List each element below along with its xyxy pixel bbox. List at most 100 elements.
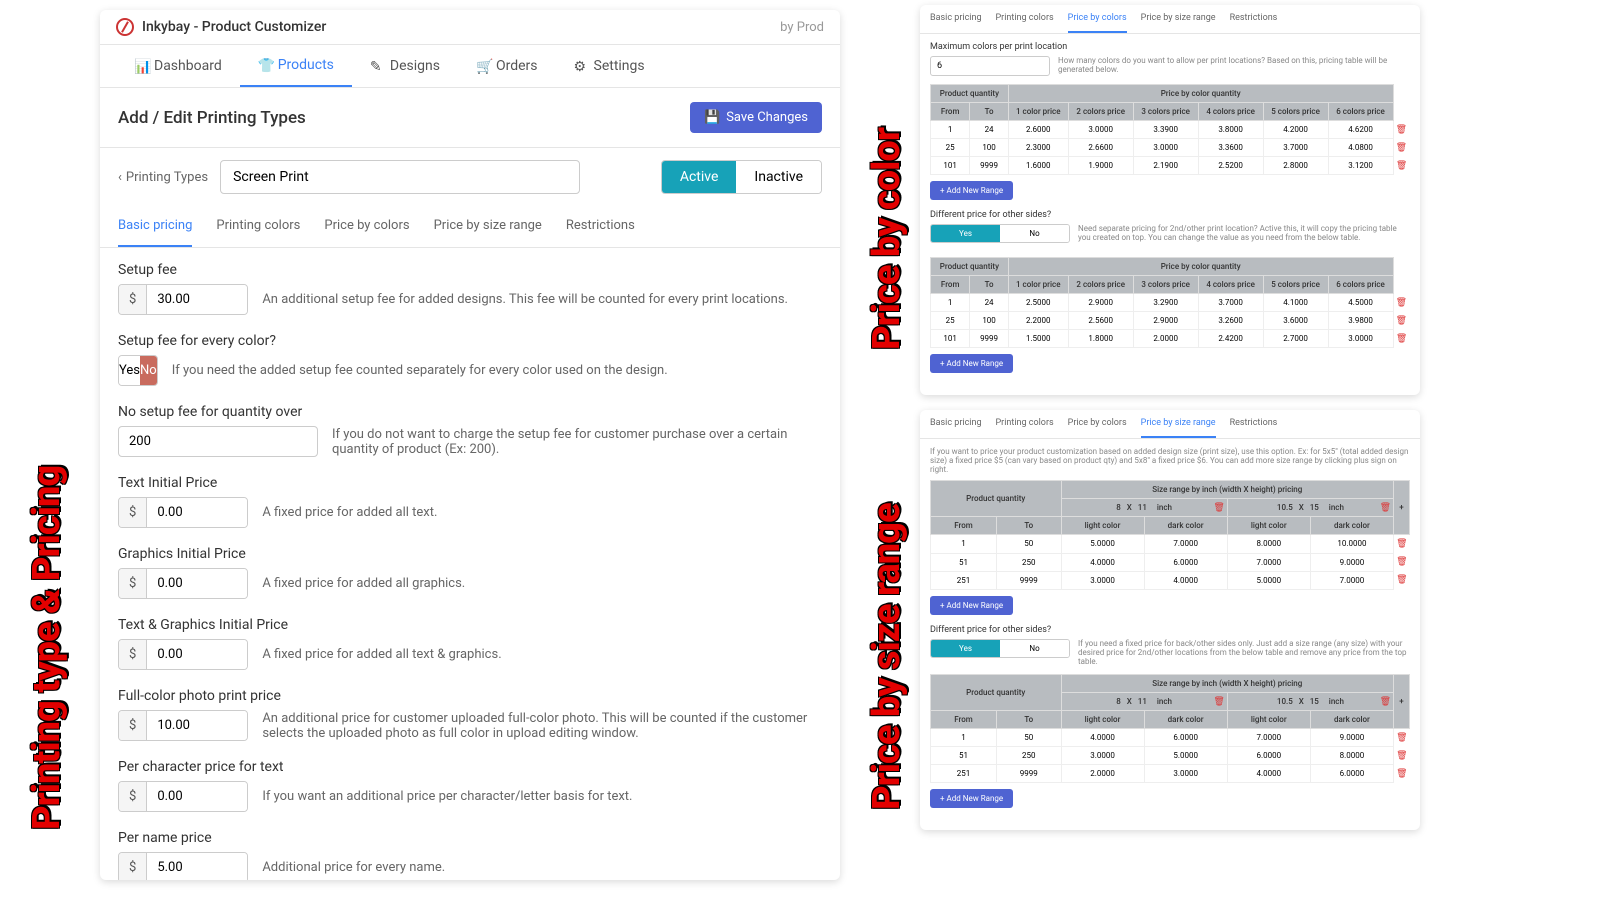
max-colors-desc: How many colors do you want to allow per… [1058, 56, 1410, 74]
toggle-setup_every_color: YesNo [118, 355, 158, 386]
pbc-tab-colors[interactable]: Printing colors [996, 5, 1054, 33]
add-size-range-button[interactable]: + [1394, 674, 1410, 728]
delete-range-icon[interactable]: 🗑 [1213, 503, 1224, 513]
dashboard-icon: 📊 [134, 59, 148, 73]
field-setup_every_color: Setup fee for every color?YesNoIf you ne… [118, 333, 822, 386]
pbc-tab-basic[interactable]: Basic pricing [930, 5, 982, 33]
pbs-diff-label: Different price for other sides? [930, 625, 1410, 635]
delete-row-icon[interactable]: 🗑 [1396, 575, 1407, 585]
max-colors-label: Maximum colors per print location [930, 42, 1410, 52]
toggle-no-setup_every_color[interactable]: No [140, 356, 157, 385]
delete-range-icon[interactable]: 🗑 [1380, 697, 1391, 707]
field-text_initial: Text Initial Price$A fixed price for add… [118, 475, 822, 528]
delete-range-icon[interactable]: 🗑 [1213, 697, 1224, 707]
input-group-photo_price: $ [118, 710, 248, 741]
price-by-size-panel: Basic pricing Printing colors Price by c… [920, 410, 1420, 830]
prefix-photo_price: $ [119, 711, 147, 740]
breadcrumb-back[interactable]: ‹Printing Types [118, 170, 208, 185]
tab-basic-pricing[interactable]: Basic pricing [118, 206, 192, 247]
input-photo_price[interactable] [147, 711, 247, 740]
pbs-diff-desc: If you need a fixed price for back/other… [1078, 639, 1410, 666]
table-row: 1242.50002.90003.29003.70004.10004.5000🗑 [931, 294, 1410, 312]
max-colors-input[interactable] [930, 56, 1050, 76]
tab-printing-colors[interactable]: Printing colors [216, 206, 300, 247]
table-row: 251002.30002.66003.00003.36003.70004.080… [931, 139, 1410, 157]
page-title: Add / Edit Printing Types [118, 108, 306, 128]
save-button[interactable]: 💾Save Changes [690, 102, 822, 133]
input-no_setup_over[interactable] [118, 426, 318, 457]
delete-row-icon[interactable]: 🗑 [1396, 125, 1407, 135]
pbc-tab-bysize[interactable]: Price by size range [1141, 5, 1216, 33]
pbc-diff-label: Different price for other sides? [930, 210, 1410, 220]
nav-orders[interactable]: 🛒Orders [458, 45, 556, 87]
nav-products[interactable]: 👕Products [240, 45, 352, 87]
label-no_setup_over: No setup fee for quantity over [118, 404, 822, 420]
pbs-add-range-1[interactable]: + Add New Range [930, 596, 1013, 615]
pbc-tab-bycolors[interactable]: Price by colors [1068, 5, 1127, 33]
pbc-add-range-1[interactable]: + Add New Range [930, 181, 1013, 200]
pbc-tabs: Basic pricing Printing colors Price by c… [920, 5, 1420, 34]
tab-restrictions[interactable]: Restrictions [566, 206, 635, 247]
pbs-tabs: Basic pricing Printing colors Price by c… [920, 410, 1420, 439]
pbs-tab-basic[interactable]: Basic pricing [930, 410, 982, 438]
delete-range-icon[interactable]: 🗑 [1380, 503, 1391, 513]
field-per_char: Per character price for text$If you want… [118, 759, 822, 812]
nav-designs[interactable]: ✎Designs [352, 45, 458, 87]
pbs-tab-bycolors[interactable]: Price by colors [1068, 410, 1127, 438]
input-setup_fee[interactable] [147, 285, 247, 314]
section-label-main: Printing type & Pricing [25, 50, 69, 830]
delete-row-icon[interactable]: 🗑 [1396, 334, 1407, 344]
status-active-button[interactable]: Active [662, 161, 737, 193]
input-per_name[interactable] [147, 853, 247, 880]
delete-row-icon[interactable]: 🗑 [1396, 557, 1407, 567]
delete-row-icon[interactable]: 🗑 [1396, 161, 1407, 171]
field-setup_fee: Setup fee$An additional setup fee for ad… [118, 262, 822, 315]
chevron-left-icon: ‹ [118, 170, 122, 185]
input-graphics_initial[interactable] [147, 569, 247, 598]
add-size-range-button[interactable]: + [1394, 481, 1410, 535]
input-text_initial[interactable] [147, 498, 247, 527]
status-inactive-button[interactable]: Inactive [736, 161, 821, 193]
pbs-add-range-2[interactable]: + Add New Range [930, 789, 1013, 808]
tab-price-by-colors[interactable]: Price by colors [324, 206, 409, 247]
pbc-diff-yes[interactable]: Yes [931, 225, 1000, 242]
desc-graphics_initial: A fixed price for added all graphics. [262, 576, 822, 591]
pbc-table: Product quantityPrice by color quantityF… [930, 257, 1410, 348]
table-row: 10199991.50001.80002.00002.42002.70003.0… [931, 330, 1410, 348]
table-row: 1504.00006.00007.00009.0000🗑 [931, 728, 1410, 747]
desc-text_initial: A fixed price for added all text. [262, 505, 822, 520]
delete-row-icon[interactable]: 🗑 [1396, 298, 1407, 308]
pbc-tab-restrictions[interactable]: Restrictions [1230, 5, 1278, 33]
pbs-table: Product quantitySize range by inch (widt… [930, 674, 1410, 784]
label-tg_initial: Text & Graphics Initial Price [118, 617, 822, 633]
prefix-per_name: $ [119, 853, 147, 880]
pbs-tab-colors[interactable]: Printing colors [996, 410, 1054, 438]
qty-header: Product quantity [931, 258, 1009, 276]
delete-row-icon[interactable]: 🗑 [1396, 751, 1407, 761]
pbs-tab-restrictions[interactable]: Restrictions [1230, 410, 1278, 438]
input-per_char[interactable] [147, 782, 247, 811]
printing-type-name-input[interactable] [220, 160, 580, 194]
field-photo_price: Full-color photo print price$An addition… [118, 688, 822, 741]
pbc-diff-no[interactable]: No [1000, 225, 1069, 242]
pbc-table: Product quantityPrice by color quantityF… [930, 84, 1410, 175]
pbs-diff-yes[interactable]: Yes [931, 640, 1000, 657]
delete-row-icon[interactable]: 🗑 [1396, 539, 1407, 549]
products-icon: 👕 [258, 58, 272, 72]
pbc-add-range-2[interactable]: + Add New Range [930, 354, 1013, 373]
field-per_name: Per name price$Additional price for ever… [118, 830, 822, 880]
table-row: 251002.20002.56002.90003.26003.60003.980… [931, 312, 1410, 330]
nav-dashboard[interactable]: 📊Dashboard [116, 45, 240, 87]
input-tg_initial[interactable] [147, 640, 247, 669]
pbs-diff-no[interactable]: No [1000, 640, 1069, 657]
pbs-tab-bysize[interactable]: Price by size range [1141, 410, 1216, 438]
toggle-yes-setup_every_color[interactable]: Yes [119, 356, 140, 385]
label-setup_fee: Setup fee [118, 262, 822, 278]
nav-settings[interactable]: ⚙Settings [556, 45, 663, 87]
tab-price-by-size[interactable]: Price by size range [434, 206, 542, 247]
delete-row-icon[interactable]: 🗑 [1396, 733, 1407, 743]
delete-row-icon[interactable]: 🗑 [1396, 769, 1407, 779]
section-label-pbs: Price by size range [865, 430, 909, 810]
delete-row-icon[interactable]: 🗑 [1396, 143, 1407, 153]
delete-row-icon[interactable]: 🗑 [1396, 316, 1407, 326]
